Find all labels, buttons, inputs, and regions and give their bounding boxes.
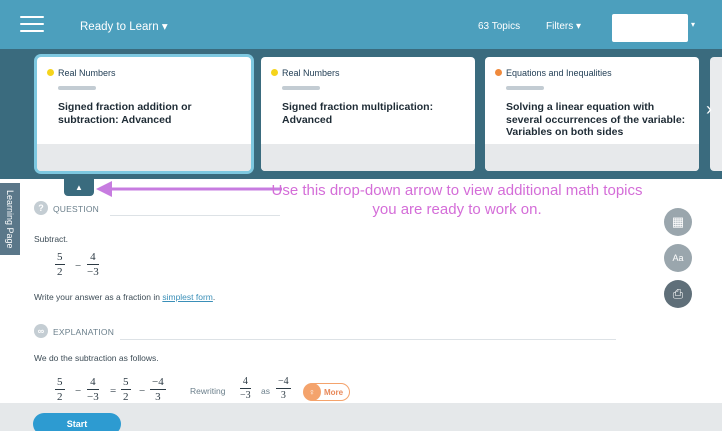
- fraction: −4 3: [150, 376, 166, 403]
- fraction: 52: [121, 376, 131, 403]
- minus-sign: −: [75, 385, 82, 397]
- as-label: as: [261, 386, 270, 396]
- print-icon[interactable]: ⎙: [664, 280, 692, 308]
- minus-sign: −: [75, 260, 82, 272]
- question-instruction: Write your answer as a fraction in simpl…: [34, 292, 216, 302]
- more-button[interactable]: ♀ More: [303, 383, 350, 401]
- explanation-icon: ∞: [34, 324, 48, 338]
- explanation-heading: EXPLANATION: [53, 327, 115, 337]
- divider: [120, 339, 616, 340]
- divider: [110, 215, 280, 216]
- start-button[interactable]: Start: [33, 413, 121, 431]
- dictionary-icon[interactable]: Aa: [664, 244, 692, 272]
- app-root: Ready to Learn ▾ 63 Topics Filters ▾ ▾ R…: [0, 0, 722, 431]
- equals-sign: =: [110, 385, 117, 397]
- fraction: 4 −3: [240, 376, 251, 401]
- fraction: 4 −3: [87, 251, 99, 278]
- question-icon: ?: [34, 201, 48, 215]
- fraction: −4 3: [276, 376, 291, 401]
- lightbulb-icon: ♀: [303, 383, 321, 401]
- explanation-intro: We do the subtraction as follows.: [34, 353, 159, 363]
- fraction: 52: [55, 376, 65, 403]
- calculator-icon[interactable]: ▦: [664, 208, 692, 236]
- fraction: 4 −3: [87, 376, 99, 403]
- question-prompt: Subtract.: [34, 234, 69, 244]
- fraction: 52: [55, 251, 65, 278]
- rewriting-label: Rewriting: [190, 386, 226, 396]
- learning-page-tab[interactable]: Learning Page: [0, 183, 20, 255]
- question-heading: QUESTION: [53, 204, 99, 214]
- simplest-form-link[interactable]: simplest form: [162, 292, 213, 302]
- minus-sign: −: [139, 385, 146, 397]
- annotation-text: Use this drop-down arrow to view additio…: [271, 182, 643, 218]
